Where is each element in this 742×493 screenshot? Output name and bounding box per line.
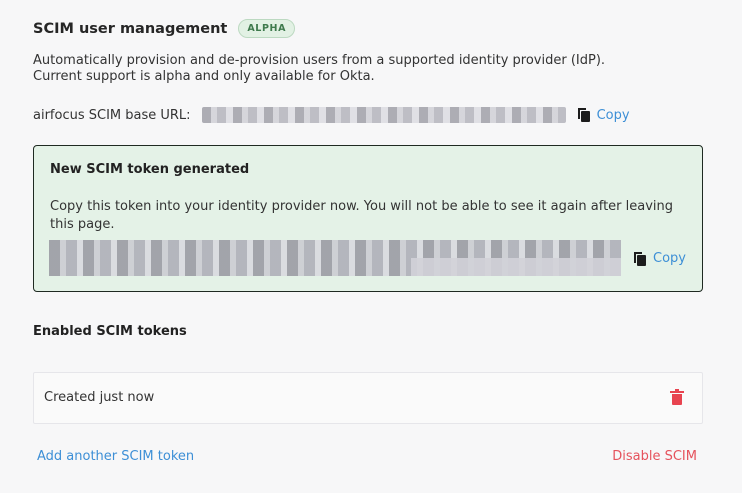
copy-icon (634, 251, 646, 266)
copy-icon (577, 108, 590, 122)
title-row: SCIM user management ALPHA (33, 19, 296, 38)
copy-token-label: Copy (653, 251, 686, 266)
copy-token-button[interactable]: Copy (634, 251, 686, 266)
new-token-message: Copy this token into your identity provi… (50, 199, 674, 232)
base-url-label: airfocus SCIM base URL: (33, 107, 191, 123)
trash-icon[interactable] (670, 389, 684, 406)
base-url-row: airfocus SCIM base URL: Copy (33, 106, 633, 124)
new-token-title: New SCIM token generated (50, 162, 250, 177)
token-row: Created just now (33, 372, 703, 424)
copy-base-url-label: Copy (596, 107, 630, 123)
disable-scim-link[interactable]: Disable SCIM (612, 449, 697, 464)
add-token-link[interactable]: Add another SCIM token (37, 449, 194, 464)
new-token-box: New SCIM token generated Copy this token… (33, 145, 703, 292)
enabled-tokens-title: Enabled SCIM tokens (33, 324, 187, 339)
page-title: SCIM user management (33, 20, 228, 37)
description-line-1: Automatically provision and de-provision… (33, 53, 606, 68)
description-line-2: Current support is alpha and only availa… (33, 69, 375, 84)
scim-settings-panel: SCIM user management ALPHA Automatically… (0, 0, 742, 493)
base-url-value-redacted (201, 107, 566, 123)
token-value-redacted (49, 240, 621, 276)
description: Automatically provision and de-provision… (33, 53, 605, 85)
token-row-label: Created just now (44, 390, 155, 405)
alpha-badge: ALPHA (238, 19, 296, 38)
copy-base-url-button[interactable]: Copy (577, 107, 630, 123)
